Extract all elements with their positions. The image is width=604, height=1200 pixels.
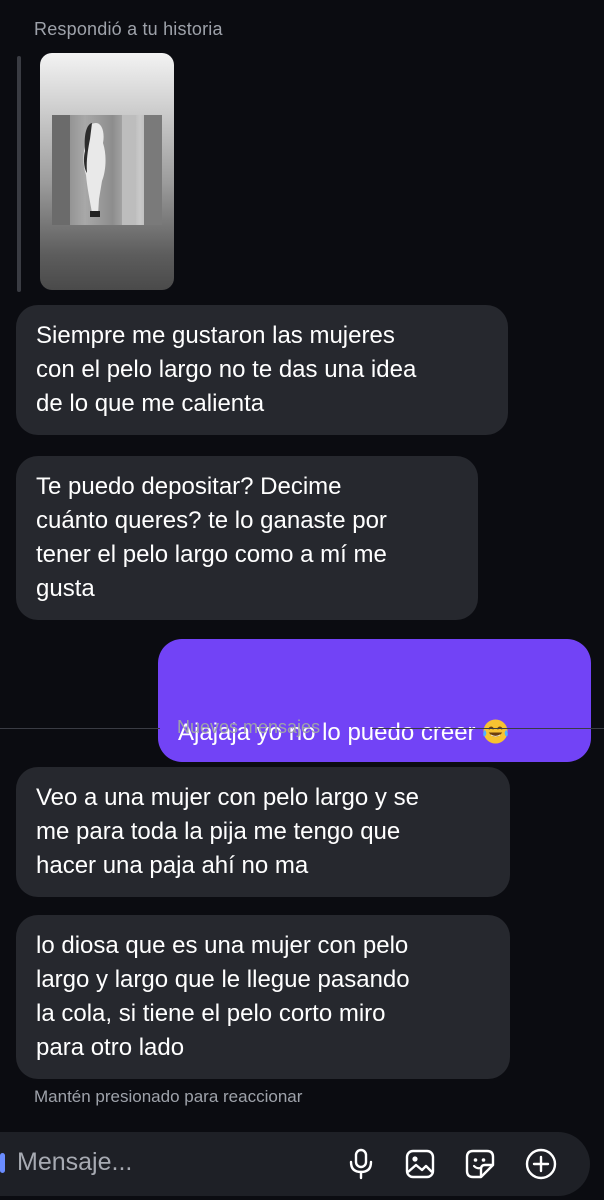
message-bubble-incoming[interactable]: Veo a una mujer con pelo largo y se me p…: [16, 767, 510, 897]
microphone-icon[interactable]: [343, 1146, 379, 1182]
message-bubble-outgoing[interactable]: Ajajaja yo no lo puedo creer: [158, 639, 591, 762]
story-photo: [52, 115, 162, 225]
composer-accent: [0, 1153, 5, 1173]
story-thumbnail[interactable]: [40, 53, 174, 290]
story-reply-caption: Respondió a tu historia: [34, 19, 223, 39]
message-bubble-incoming[interactable]: Te puedo depositar? Decime cuánto queres…: [16, 456, 478, 620]
story-reply-indicator: [17, 56, 21, 292]
face-with-tears-of-joy-icon: [482, 685, 509, 744]
message-input[interactable]: [17, 1148, 317, 1177]
sticker-icon[interactable]: [462, 1146, 498, 1182]
gallery-icon[interactable]: [402, 1146, 438, 1182]
message-bubble-incoming[interactable]: Siempre me gustaron las mujeres con el p…: [16, 305, 508, 435]
new-messages-divider: Nuevos mensajes: [0, 716, 604, 740]
add-icon[interactable]: [523, 1146, 559, 1182]
message-bubble-incoming[interactable]: lo diosa que es una mujer con pelo largo…: [16, 915, 510, 1079]
react-hint: Mantén presionado para reaccionar: [34, 1087, 303, 1106]
chat-screen: Respondió a tu historia Siempre me gusta…: [0, 0, 604, 1200]
divider-label: Nuevos mensajes: [177, 717, 321, 737]
divider-line: [372, 728, 604, 729]
divider-line: [0, 728, 160, 729]
